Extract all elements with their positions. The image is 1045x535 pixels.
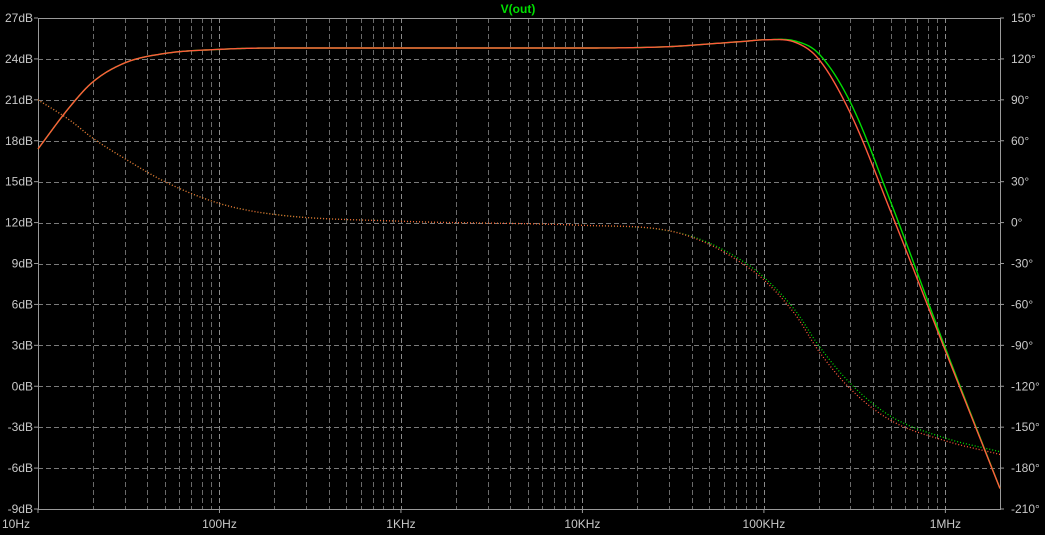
bode-plot: V(out) 27dB 24dB 21dB 18dB 15dB 12dB 9dB 6dB 3dB… [0, 0, 1045, 535]
y-right-tick-label: 90° [1011, 93, 1029, 107]
y-right-tick-label: 60° [1011, 134, 1029, 148]
x-tick-label: 1KHz [386, 517, 415, 531]
x-tick-label: 100KHz [743, 517, 786, 531]
y-right-tick-label: 30° [1011, 175, 1029, 189]
x-tick-label: 10KHz [564, 517, 600, 531]
y-left-tick-label: -3dB [8, 420, 33, 434]
y-left-tick-label: 12dB [5, 216, 33, 230]
y-right-tick-label: -30° [1011, 257, 1033, 271]
y-left-tick-label: 24dB [5, 52, 33, 66]
chart-title: V(out) [501, 2, 536, 16]
y-right-tick-label: 0° [1011, 216, 1023, 230]
y-right-tick-label: -210° [1011, 502, 1040, 516]
y-right-tick-label: -90° [1011, 338, 1033, 352]
y-left-tick-label: 18dB [5, 134, 33, 148]
y-left-tick-label: 0dB [12, 379, 33, 393]
y-left-tick-label: -6dB [8, 461, 33, 475]
y-left-tick-label: 3dB [12, 338, 33, 352]
y-right-tick-label: -120° [1011, 379, 1040, 393]
y-left-tick-label: 9dB [12, 257, 33, 271]
y-left-tick-label: 27dB [5, 11, 33, 25]
y-left-tick-label: 21dB [5, 93, 33, 107]
x-tick-label: 10Hz [2, 517, 30, 531]
y-left-tick-label: -9dB [8, 502, 33, 516]
y-right-tick-label: -150° [1011, 420, 1040, 434]
y-right-tick-label: 120° [1011, 52, 1036, 66]
plot-background [0, 0, 1045, 535]
y-left-tick-label: 15dB [5, 175, 33, 189]
y-right-tick-label: 150° [1011, 11, 1036, 25]
x-tick-label: 100Hz [202, 517, 237, 531]
x-tick-label: 1MHz [930, 517, 961, 531]
y-left-tick-label: 6dB [12, 297, 33, 311]
y-right-tick-label: -60° [1011, 297, 1033, 311]
y-right-tick-label: -180° [1011, 461, 1040, 475]
